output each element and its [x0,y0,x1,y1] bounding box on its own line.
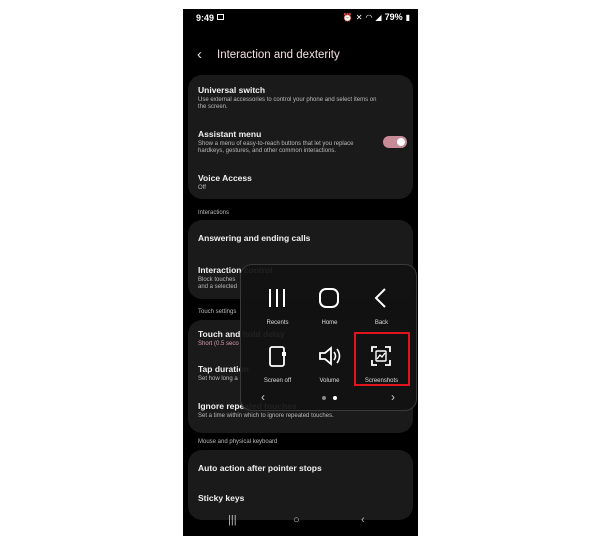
answering-calls-item[interactable]: Answering and ending calls [198,233,378,243]
volume-button[interactable]: Volume [302,337,357,389]
gallery-notification-icon [217,14,224,20]
next-page-icon[interactable]: › [391,390,395,404]
section-header-touch: Touch settings [198,309,237,315]
screenshots-highlight-box [354,332,410,386]
auto-action-item[interactable]: Auto action after pointer stops [198,463,378,473]
page-header: ‹ Interaction and dexterity [183,45,418,67]
screen-off-button[interactable]: Screen off [250,337,305,389]
recents-nav-icon[interactable]: ||| [228,514,237,526]
universal-switch-item[interactable]: Universal switch Use external accessorie… [198,85,378,111]
settings-card-mouse: Auto action after pointer stops Sticky k… [188,450,413,520]
screen-off-icon [269,346,286,367]
home-icon [319,288,339,308]
previous-page-icon[interactable]: ‹ [261,390,265,404]
page-dot-1 [322,396,326,400]
volume-icon [319,346,341,366]
mute-icon: ✕ [355,12,363,22]
sticky-keys-item[interactable]: Sticky keys [198,493,378,503]
battery-percent: 79% [384,12,403,22]
battery-icon: ▮ [405,12,410,22]
navigation-bar: ||| ○ ‹ [183,511,418,536]
settings-card-main: Universal switch Use external accessorie… [188,75,413,199]
assistant-menu-overlay: Recents Home Back Screen off Volume Scre… [240,264,417,411]
assistant-menu-item[interactable]: Assistant menu Show a menu of easy-to-re… [198,129,378,155]
back-nav-icon[interactable]: ‹ [361,514,365,526]
back-icon [374,288,386,308]
page-title: Interaction and dexterity [217,49,340,61]
page-dot-2 [333,396,337,400]
status-bar: 9:49 ⏰ ✕ ◠ ◢ 79% ▮ [183,9,418,27]
back-button[interactable]: Back [354,279,409,331]
status-icons: ⏰ ✕ ◠ ◢ 79% ▮ [343,12,410,22]
alarm-icon: ⏰ [342,12,353,22]
home-nav-icon[interactable]: ○ [293,514,300,526]
chevron-left-icon[interactable]: ‹ [197,46,202,63]
recents-button[interactable]: Recents [250,279,305,331]
recents-icon [269,289,285,307]
assistant-menu-toggle[interactable] [383,136,407,148]
section-header-interactions: Interactions [198,210,230,216]
home-button[interactable]: Home [302,279,357,331]
status-time: 9:49 [196,13,215,23]
wifi-icon: ◠ [365,12,373,22]
signal-icon: ◢ [375,12,382,22]
voice-access-item[interactable]: Voice Access Off [198,173,378,192]
section-header-mouse: Mouse and physical keyboard [198,439,278,445]
